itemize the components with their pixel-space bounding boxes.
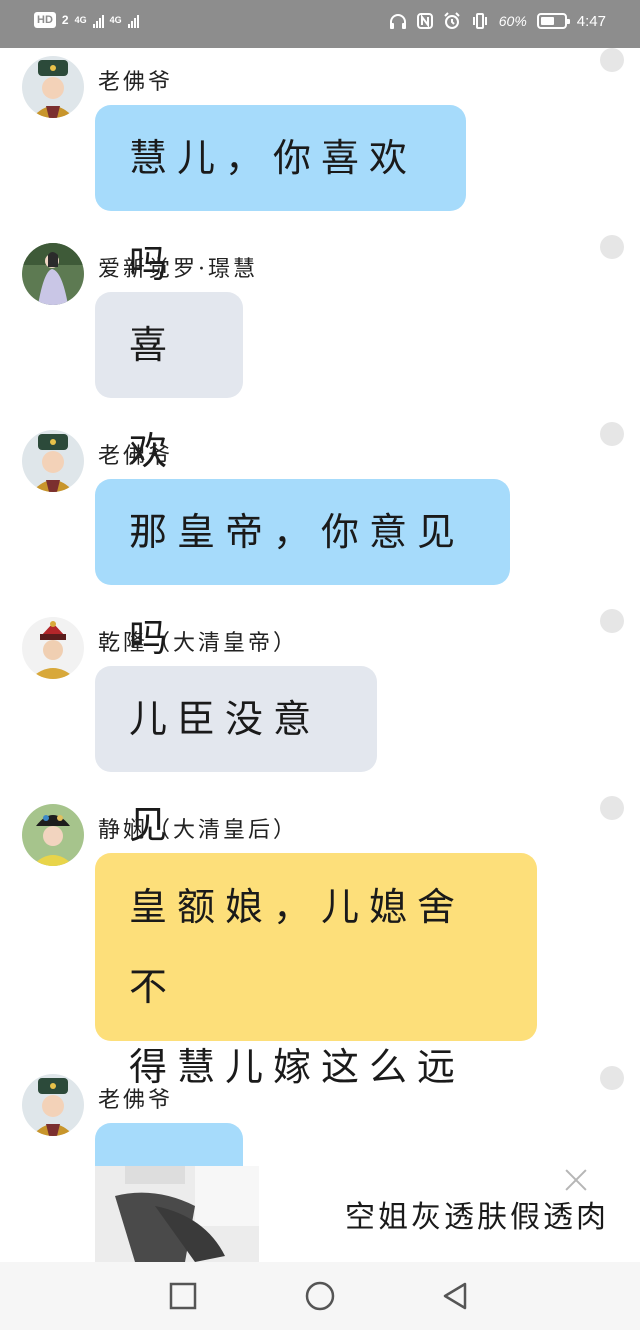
nfc-icon [416, 13, 433, 29]
avatar[interactable] [22, 804, 84, 866]
sender-name: 老佛爷 [98, 70, 174, 95]
select-radio[interactable] [600, 796, 624, 820]
clock: 4:47 [576, 12, 606, 30]
battery-icon [536, 13, 570, 29]
message-line: 得慧儿嫁这么远 [129, 1045, 466, 1089]
network2-label: 4G [109, 15, 122, 25]
select-radio[interactable] [600, 1066, 624, 1090]
message-bubble[interactable]: 慧儿，你喜欢吗 [95, 105, 466, 286]
avatar[interactable] [22, 1074, 84, 1136]
close-icon[interactable] [562, 1166, 590, 1194]
triangle-back-icon[interactable] [440, 1280, 472, 1312]
signal-icon [92, 12, 104, 28]
select-radio[interactable] [600, 609, 624, 633]
sender-name: 爱新觉罗·璟慧 [98, 257, 258, 282]
circle-home-icon[interactable] [304, 1280, 336, 1312]
signal-icon [127, 12, 139, 28]
sender-name: 静娴（大清皇后） [98, 818, 299, 843]
hd-badge: HD [34, 12, 56, 28]
message-bubble[interactable]: 那皇帝，你意见吗 [95, 479, 510, 660]
status-bar: HD 2 4G 4G 60% 4:47 [0, 0, 640, 48]
avatar[interactable] [22, 430, 84, 492]
alarm-icon [444, 12, 460, 29]
navigation-bar [0, 1262, 640, 1330]
sender-name: 乾隆（大清皇帝） [98, 631, 299, 656]
message-bubble[interactable]: 儿臣没意见 [95, 666, 377, 847]
ad-title[interactable]: 空姐灰透肤假透肉 [345, 1192, 609, 1236]
avatar[interactable] [22, 617, 84, 679]
select-radio[interactable] [600, 48, 624, 72]
battery-percent: 60% [498, 13, 527, 29]
network1-label: 4G [74, 15, 87, 25]
avatar[interactable] [22, 56, 84, 118]
message-bubble[interactable]: 皇额娘，儿媳舍不 得慧儿嫁这么远 [95, 853, 537, 1089]
sender-name: 老佛爷 [98, 1088, 174, 1113]
headphones-icon [389, 14, 406, 29]
ad-banner[interactable]: 空姐灰透肤假透肉 [95, 1166, 640, 1262]
sender-name: 老佛爷 [98, 444, 174, 469]
avatar[interactable] [22, 243, 84, 305]
square-recents-icon[interactable] [167, 1280, 199, 1312]
sim1-label: 2 [61, 13, 69, 27]
message-bubble[interactable]: 喜欢 [95, 292, 243, 473]
select-radio[interactable] [600, 422, 624, 446]
select-radio[interactable] [600, 235, 624, 259]
vibrate-icon [472, 13, 487, 29]
message-line: 皇额娘，儿媳舍不 [129, 885, 466, 1009]
ad-image[interactable] [95, 1166, 259, 1262]
